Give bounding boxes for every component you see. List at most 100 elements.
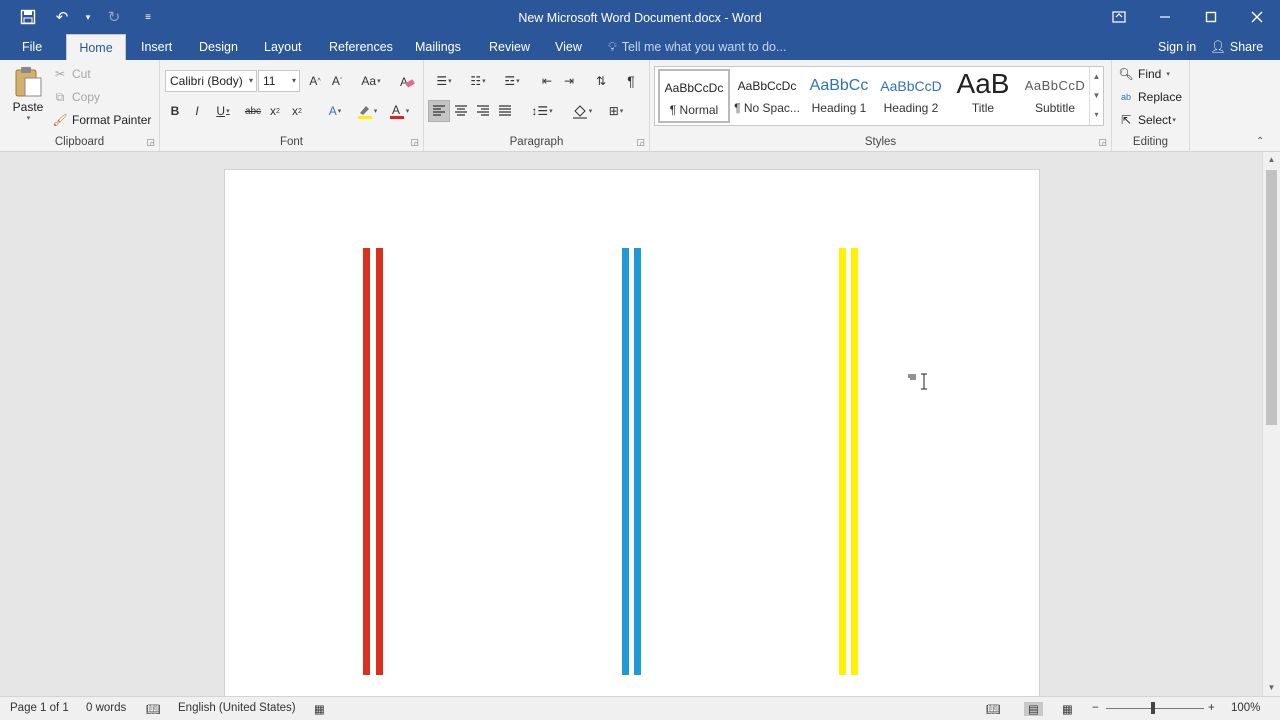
macro-recording-icon[interactable]: ▦ (314, 702, 325, 716)
style-title[interactable]: AaB Title (947, 69, 1019, 123)
scroll-up-icon[interactable]: ▲ (1263, 152, 1280, 168)
read-mode-icon[interactable]: 📖︎ (986, 702, 1001, 716)
sign-in-link[interactable]: Sign in (1158, 34, 1196, 60)
tab-view[interactable]: View (543, 34, 594, 60)
clear-formatting-icon[interactable]: A (396, 70, 418, 92)
zoom-in-icon[interactable]: + (1208, 702, 1215, 714)
underline-icon[interactable]: U ▾ (208, 100, 238, 122)
tab-insert[interactable]: Insert (129, 34, 184, 60)
font-launcher-icon[interactable]: ◲ (410, 137, 419, 148)
tab-layout[interactable]: Layout (252, 34, 314, 60)
style-heading-2[interactable]: AaBbCcD Heading 2 (875, 69, 947, 123)
copy-button[interactable]: ⧉ Copy (52, 89, 100, 105)
tab-references[interactable]: References (317, 34, 405, 60)
tab-review[interactable]: Review (477, 34, 542, 60)
save-icon[interactable] (14, 6, 42, 28)
strikethrough-icon[interactable]: abc (242, 100, 264, 122)
borders-icon[interactable]: ⊞ ▾ (600, 100, 632, 122)
format-painter-button[interactable]: 🖌︎ Format Painter (52, 112, 151, 128)
gallery-down-icon[interactable]: ▼ (1090, 86, 1103, 105)
shading-icon[interactable]: ▾ (566, 100, 598, 122)
document-area[interactable] (0, 152, 1262, 696)
find-button[interactable]: 🔍︎ Find ▾ (1118, 66, 1169, 82)
print-layout-icon[interactable]: ▤ (1024, 702, 1043, 716)
word-count[interactable]: 0 words (86, 702, 126, 714)
increase-indent-icon[interactable]: ⇥ (558, 70, 580, 92)
zoom-slider-thumb[interactable] (1151, 702, 1155, 714)
paste-button[interactable]: Paste ▾ (10, 66, 46, 122)
share-button[interactable]: 👤︎ Share (1210, 34, 1263, 60)
title-bar: ↶ ▾ ↻ ≡ New Microsoft Word Document.docx… (0, 0, 1280, 34)
align-right-icon[interactable] (472, 100, 494, 122)
grow-font-icon[interactable]: A ^ (304, 70, 326, 92)
style-heading-1[interactable]: AaBbCc Heading 1 (803, 69, 875, 123)
text-effects-icon[interactable]: A ▾ (320, 100, 350, 122)
align-left-icon[interactable] (428, 100, 450, 122)
styles-launcher-icon[interactable]: ◲ (1098, 137, 1107, 148)
find-label: Find (1138, 67, 1162, 81)
select-button[interactable]: ⇱ Select ▾ (1118, 112, 1176, 128)
shrink-font-icon[interactable]: Aˇ (326, 70, 348, 92)
style-no-spacing[interactable]: AaBbCcDc ¶ No Spac... (731, 69, 803, 123)
group-clipboard: Paste ▾ ✂ Cut ⧉ Copy 🖌︎ Format Painter Clip… (0, 60, 160, 152)
numbering-icon[interactable]: ☷ ▾ (462, 70, 494, 92)
document-page[interactable] (224, 169, 1040, 696)
replace-button[interactable]: ab Replace (1118, 89, 1182, 105)
brush-icon: 🖌︎ (52, 113, 68, 127)
collapse-ribbon-icon[interactable]: ⌃ (1256, 136, 1264, 147)
style-normal[interactable]: AaBbCcDc ¶ Normal (658, 69, 730, 123)
page-count[interactable]: Page 1 of 1 (10, 702, 69, 714)
show-formatting-marks-icon[interactable]: ¶ (620, 70, 642, 92)
gallery-more-icon[interactable]: ▾ (1090, 105, 1103, 124)
line-spacing-icon[interactable]: ↕☰ ▾ (526, 100, 558, 122)
web-layout-icon[interactable]: ▦ (1062, 702, 1073, 716)
italic-icon[interactable]: I (186, 100, 208, 122)
status-bar: Page 1 of 1 0 words 📖︎ English (United S… (0, 696, 1280, 720)
maximize-icon[interactable] (1188, 0, 1234, 34)
bullets-icon[interactable]: ☰ ▾ (428, 70, 460, 92)
lightbulb-icon: 💡︎ (608, 40, 617, 54)
tab-file[interactable]: File (10, 34, 54, 60)
superscript-icon[interactable]: x2 (286, 100, 308, 122)
align-center-icon[interactable] (450, 100, 472, 122)
sort-icon[interactable]: ⇅ (590, 70, 612, 92)
gallery-up-icon[interactable]: ▲ (1090, 67, 1103, 86)
ribbon-display-options-icon[interactable] (1096, 0, 1142, 34)
undo-dropdown-icon[interactable]: ▾ (82, 6, 94, 28)
multilevel-list-icon[interactable]: ☲ ▾ (496, 70, 528, 92)
zoom-level[interactable]: 100% (1231, 702, 1260, 714)
tab-design[interactable]: Design (187, 34, 250, 60)
redo-icon[interactable]: ↻ (100, 6, 128, 28)
font-size-box[interactable]: 11 ▾ (258, 70, 300, 92)
vertical-scrollbar[interactable]: ▲ ▼ (1262, 152, 1280, 696)
zoom-slider-track[interactable] (1106, 708, 1204, 709)
decrease-indent-icon[interactable]: ⇤ (536, 70, 558, 92)
cut-button[interactable]: ✂ Cut (52, 66, 91, 82)
close-icon[interactable] (1234, 0, 1280, 34)
tab-home[interactable]: Home (66, 34, 126, 60)
change-case-icon[interactable]: Aa ▾ (356, 70, 386, 92)
paragraph-launcher-icon[interactable]: ◲ (636, 137, 645, 148)
style-name: ¶ Normal (669, 103, 719, 117)
zoom-out-icon[interactable]: − (1092, 702, 1099, 714)
subscript-icon[interactable]: x2 (264, 100, 286, 122)
minimize-icon[interactable] (1142, 0, 1188, 34)
scrollbar-thumb[interactable] (1266, 170, 1277, 425)
tell-me-box[interactable]: 💡︎ Tell me what you want to do... (608, 34, 786, 60)
justify-icon[interactable] (494, 100, 516, 122)
style-subtitle[interactable]: AaBbCcD Subtitle (1019, 69, 1091, 123)
font-name-box[interactable]: Calibri (Body) ▾ (165, 70, 257, 92)
customize-qat-icon[interactable]: ≡ (134, 6, 162, 28)
scroll-down-icon[interactable]: ▼ (1263, 680, 1280, 696)
clipboard-launcher-icon[interactable]: ◲ (146, 137, 155, 148)
paste-label: Paste (12, 100, 44, 114)
group-paragraph: ☰ ▾ ☷ ▾ ☲ ▾ ⇤ ⇥ ⇅ ¶ ↕☰ ▾ ▾ ⊞ ▾ Paragraph ◲ (424, 60, 650, 152)
gallery-scroll: ▲ ▼ ▾ (1089, 67, 1103, 125)
undo-icon[interactable]: ↶ (48, 6, 76, 28)
language[interactable]: English (United States) (178, 702, 296, 714)
tab-mailings[interactable]: Mailings (403, 34, 473, 60)
bold-icon[interactable]: B (164, 100, 186, 122)
highlight-icon[interactable]: ▾ (352, 100, 382, 122)
proofing-icon[interactable]: 📖︎ (146, 702, 161, 716)
font-color-icon[interactable]: A ▾ (384, 100, 414, 122)
